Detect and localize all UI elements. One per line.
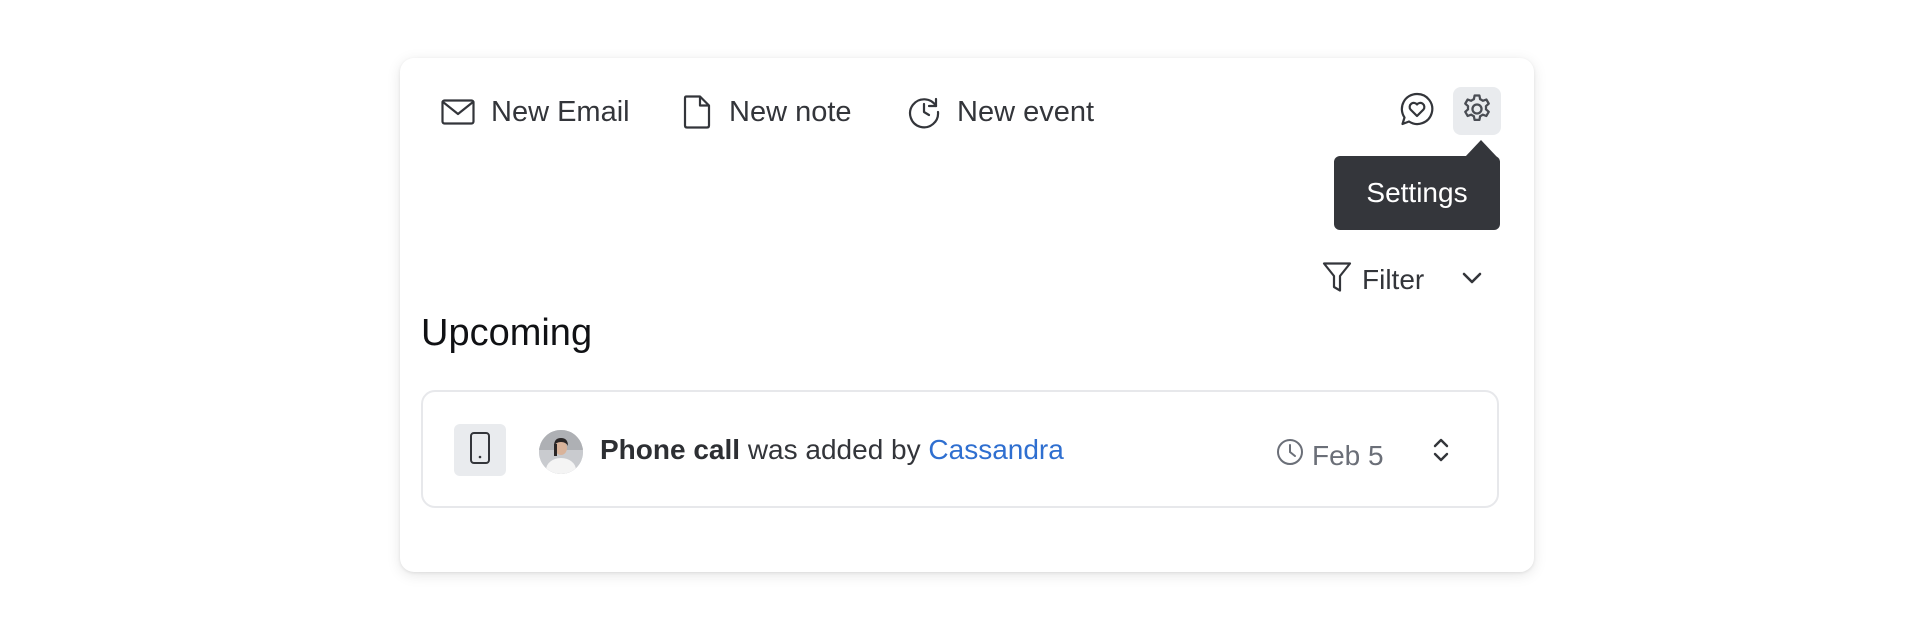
mail-icon — [441, 99, 475, 125]
gear-icon — [1460, 92, 1494, 131]
settings-tooltip: Settings — [1334, 156, 1500, 230]
funnel-icon — [1322, 261, 1352, 300]
filter-button[interactable]: Filter — [1322, 261, 1425, 300]
feedback-button[interactable] — [1393, 87, 1441, 135]
phone-icon — [469, 431, 491, 470]
activity-item[interactable]: Phone call was added by Cassandra Feb 5 — [421, 390, 1499, 508]
tooltip-arrow — [1465, 140, 1497, 157]
filter-dropdown-toggle[interactable] — [1456, 264, 1488, 296]
activity-date: Feb 5 — [1276, 438, 1384, 473]
activity-verb: was added by — [747, 434, 921, 465]
clock-refresh-icon — [907, 95, 941, 129]
filter-label: Filter — [1362, 264, 1425, 295]
date-label: Feb 5 — [1312, 439, 1384, 471]
user-link[interactable]: Cassandra — [928, 434, 1063, 465]
activity-description: Phone call was added by Cassandra — [600, 434, 1064, 466]
settings-button[interactable] — [1453, 87, 1501, 135]
new-event-label: New event — [957, 95, 1095, 128]
section-title: Upcoming — [421, 312, 593, 354]
expand-icon — [1432, 436, 1450, 469]
clock-icon — [1276, 438, 1304, 473]
new-note-label: New note — [729, 95, 852, 128]
new-note-button[interactable]: New note — [683, 92, 852, 132]
avatar — [539, 430, 583, 474]
document-icon — [683, 95, 711, 129]
activity-type: Phone call — [600, 434, 741, 465]
new-email-label: New Email — [491, 95, 630, 128]
new-email-button[interactable]: New Email — [441, 92, 630, 132]
new-event-button[interactable]: New event — [907, 92, 1094, 132]
chat-heart-icon — [1399, 91, 1435, 132]
chevron-down-icon — [1461, 271, 1483, 290]
activity-type-tile — [454, 424, 506, 476]
expand-button[interactable] — [1423, 432, 1459, 472]
tooltip-text: Settings — [1366, 177, 1468, 208]
